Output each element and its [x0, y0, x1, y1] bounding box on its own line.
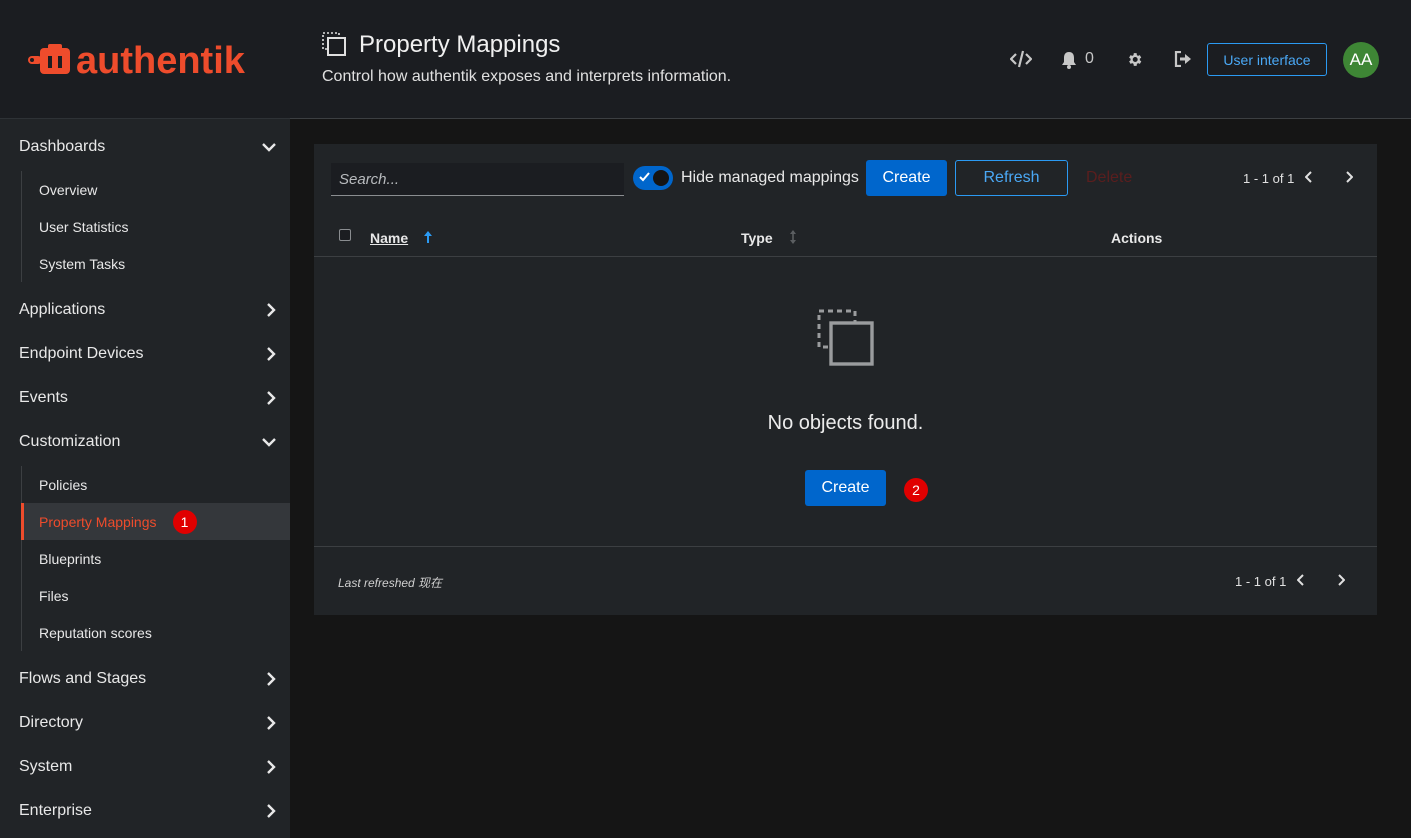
sidebar: authentik Dashboards Overview User Stati… [0, 0, 290, 838]
nav-group-label: Events [19, 389, 68, 406]
chevron-right-icon [267, 804, 276, 818]
refresh-button[interactable]: Refresh [955, 160, 1068, 196]
nav-group-label: Endpoint Devices [19, 345, 144, 362]
sidebar-item-reputation-scores[interactable]: Reputation scores [22, 614, 290, 651]
sign-out-icon[interactable] [1174, 51, 1192, 67]
chevron-right-icon [267, 347, 276, 361]
table-footer: Last refreshed 现在 1 - 1 of 1 [314, 546, 1377, 615]
pagination-top: 1 - 1 of 1 [1243, 171, 1295, 186]
chevron-right-icon[interactable] [1345, 171, 1353, 183]
nav-group-directory[interactable]: Directory [0, 701, 290, 745]
sort-icon[interactable] [789, 229, 797, 245]
chevron-down-icon [262, 143, 276, 152]
sidebar-item-user-statistics[interactable]: User Statistics [22, 208, 290, 245]
sidebar-item-system-tasks[interactable]: System Tasks [22, 245, 290, 282]
chevron-down-icon [262, 438, 276, 447]
step-badge: 2 [904, 478, 928, 502]
chevron-right-icon [267, 672, 276, 686]
nav-group-applications[interactable]: Applications [0, 288, 290, 332]
sort-ascending-icon[interactable] [423, 230, 433, 244]
user-interface-button[interactable]: User interface [1207, 43, 1327, 76]
nav-group-enterprise[interactable]: Enterprise [0, 789, 290, 833]
nav-subgroup-dashboards: Overview User Statistics System Tasks [21, 171, 290, 282]
empty-create-button[interactable]: Create [805, 470, 886, 506]
nav-group-label: Enterprise [19, 802, 92, 819]
sidebar-item-label: Property Mappings [39, 513, 157, 530]
create-button[interactable]: Create [866, 160, 947, 196]
hide-managed-label: Hide managed mappings [681, 169, 859, 186]
nav-group-customization[interactable]: Customization [0, 420, 290, 464]
api-drawer-icon[interactable] [1010, 49, 1032, 69]
nav-group-system[interactable]: System [0, 745, 290, 789]
empty-state-icon [817, 309, 874, 366]
pagination-bottom: 1 - 1 of 1 [1235, 574, 1287, 589]
bell-icon[interactable] [1061, 51, 1077, 69]
chevron-right-icon [267, 303, 276, 317]
nav-group-events[interactable]: Events [0, 376, 290, 420]
chevron-right-icon [267, 391, 276, 405]
chevron-left-icon[interactable] [1297, 574, 1305, 586]
property-mappings-table-card: Hide managed mappings Create Refresh Del… [314, 144, 1377, 615]
property-mappings-icon [322, 32, 346, 56]
notification-count: 0 [1085, 50, 1094, 67]
column-header-actions: Actions [1111, 230, 1163, 246]
select-all-checkbox[interactable] [339, 229, 351, 241]
page-description: Control how authentik exposes and interp… [322, 68, 732, 85]
nav-group-dashboards[interactable]: Dashboards [0, 125, 290, 169]
table-header: Name Type Actions [314, 214, 1377, 257]
nav-group-label: Directory [19, 714, 84, 731]
nav-group-endpoint-devices[interactable]: Endpoint Devices [0, 332, 290, 376]
search-input[interactable] [331, 163, 624, 196]
nav-group-label: System [19, 758, 73, 775]
chevron-right-icon [267, 716, 276, 730]
column-header-type[interactable]: Type [741, 230, 773, 246]
sidebar-item-overview[interactable]: Overview [22, 171, 290, 208]
sidebar-item-files[interactable]: Files [22, 577, 290, 614]
avatar[interactable]: AA [1343, 42, 1379, 78]
nav-subgroup-customization: Policies Property Mappings 1 Blueprints … [21, 466, 290, 651]
sidebar-item-policies[interactable]: Policies [22, 466, 290, 503]
nav-group-flows-and-stages[interactable]: Flows and Stages [0, 657, 290, 701]
gear-icon[interactable] [1126, 51, 1143, 68]
chevron-right-icon[interactable] [1337, 574, 1345, 586]
brand-name: authentik [76, 42, 246, 78]
chevron-right-icon [267, 760, 276, 774]
check-icon [639, 172, 650, 182]
nav-group-label: Customization [19, 433, 121, 450]
empty-state-text: No objects found. [767, 412, 924, 434]
sidebar-item-property-mappings[interactable]: Property Mappings 1 [21, 503, 290, 540]
nav-group-label: Dashboards [19, 138, 106, 155]
toggle-knob [653, 170, 669, 186]
brand: authentik [0, 0, 290, 119]
nav-group-label: Applications [19, 301, 106, 318]
page-title: Property Mappings [359, 31, 561, 58]
page-header: Property Mappings Control how authentik … [290, 0, 1411, 119]
sidebar-item-blueprints[interactable]: Blueprints [22, 540, 290, 577]
nav-group-label: Flows and Stages [19, 670, 147, 687]
column-header-name[interactable]: Name [370, 230, 408, 246]
step-badge: 1 [172, 509, 197, 534]
delete-button[interactable]: Delete [1086, 169, 1132, 187]
hide-managed-toggle[interactable] [633, 166, 673, 190]
chevron-left-icon[interactable] [1305, 171, 1313, 183]
last-refreshed-text: Last refreshed 现在 [338, 576, 443, 590]
authentik-logo[interactable]: authentik [28, 42, 264, 78]
